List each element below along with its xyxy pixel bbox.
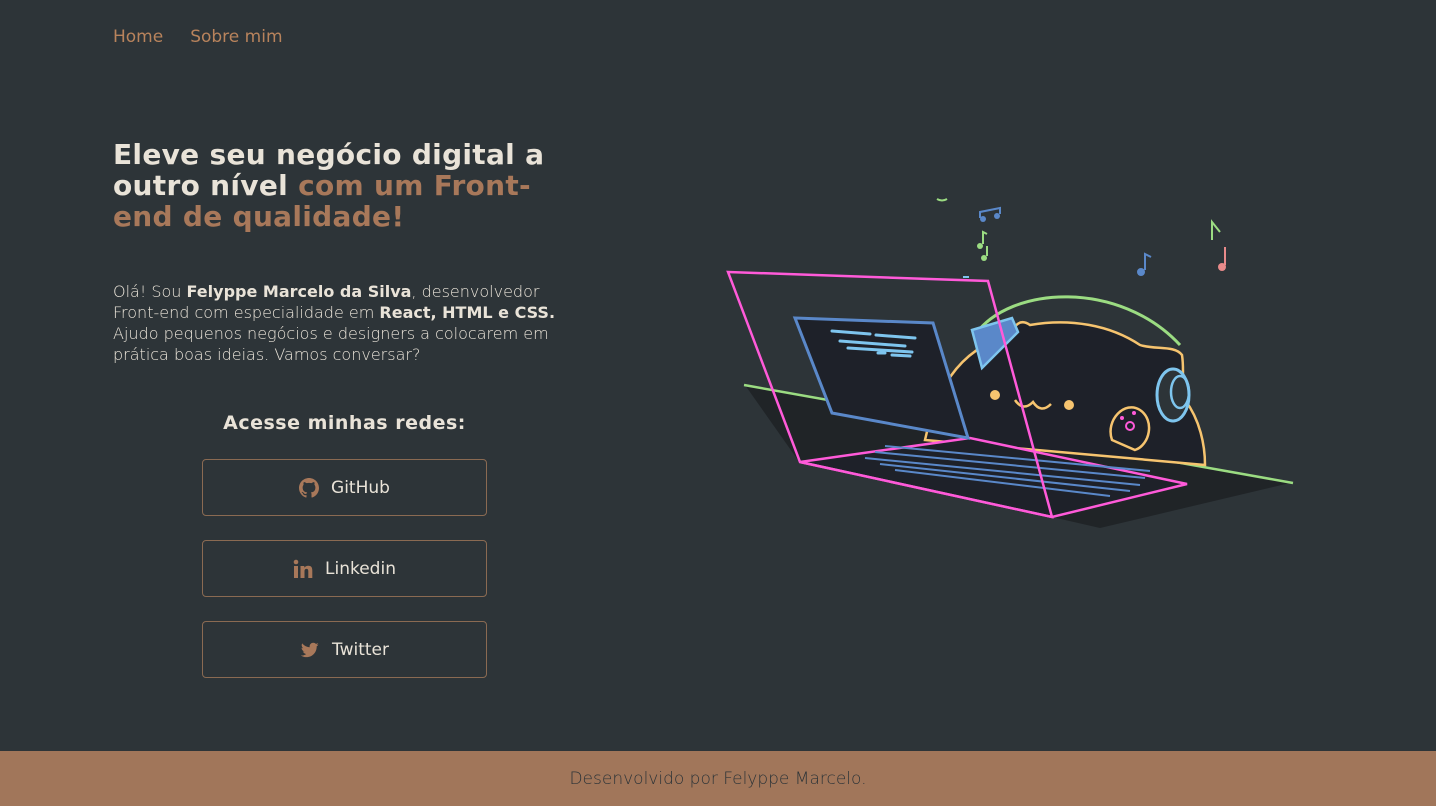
intro-name: Felyppe Marcelo da Silva (186, 282, 412, 301)
cat-laptop-illustration (726, 198, 1294, 528)
linkedin-icon (293, 559, 313, 579)
intro-paragraph: Olá! Sou Felyppe Marcelo da Silva, desen… (113, 281, 573, 365)
github-button-label: GitHub (331, 477, 390, 498)
footer: Desenvolvido por Felyppe Marcelo. (0, 751, 1436, 806)
twitter-button-label: Twitter (332, 639, 389, 660)
nav-home-link[interactable]: Home (113, 27, 163, 47)
hero-title: Eleve seu negócio digital a outro nível … (113, 139, 583, 232)
intro-text-3: Ajudo pequenos negócios e designers a co… (113, 324, 549, 364)
github-icon (299, 477, 320, 498)
social-heading: Acesse minhas redes: (223, 412, 466, 434)
intro-skills: React, HTML e CSS. (379, 303, 556, 322)
linkedin-button-label: Linkedin (325, 558, 396, 579)
nav-about-link[interactable]: Sobre mim (190, 27, 282, 47)
top-nav: Home Sobre mim (113, 27, 283, 47)
intro-text-1: Olá! Sou (113, 282, 187, 301)
github-button[interactable]: GitHub (202, 459, 487, 516)
twitter-button[interactable]: Twitter (202, 621, 487, 678)
linkedin-button[interactable]: Linkedin (202, 540, 487, 597)
footer-credit: Desenvolvido por Felyppe Marcelo. (569, 768, 867, 789)
twitter-icon (300, 640, 320, 660)
